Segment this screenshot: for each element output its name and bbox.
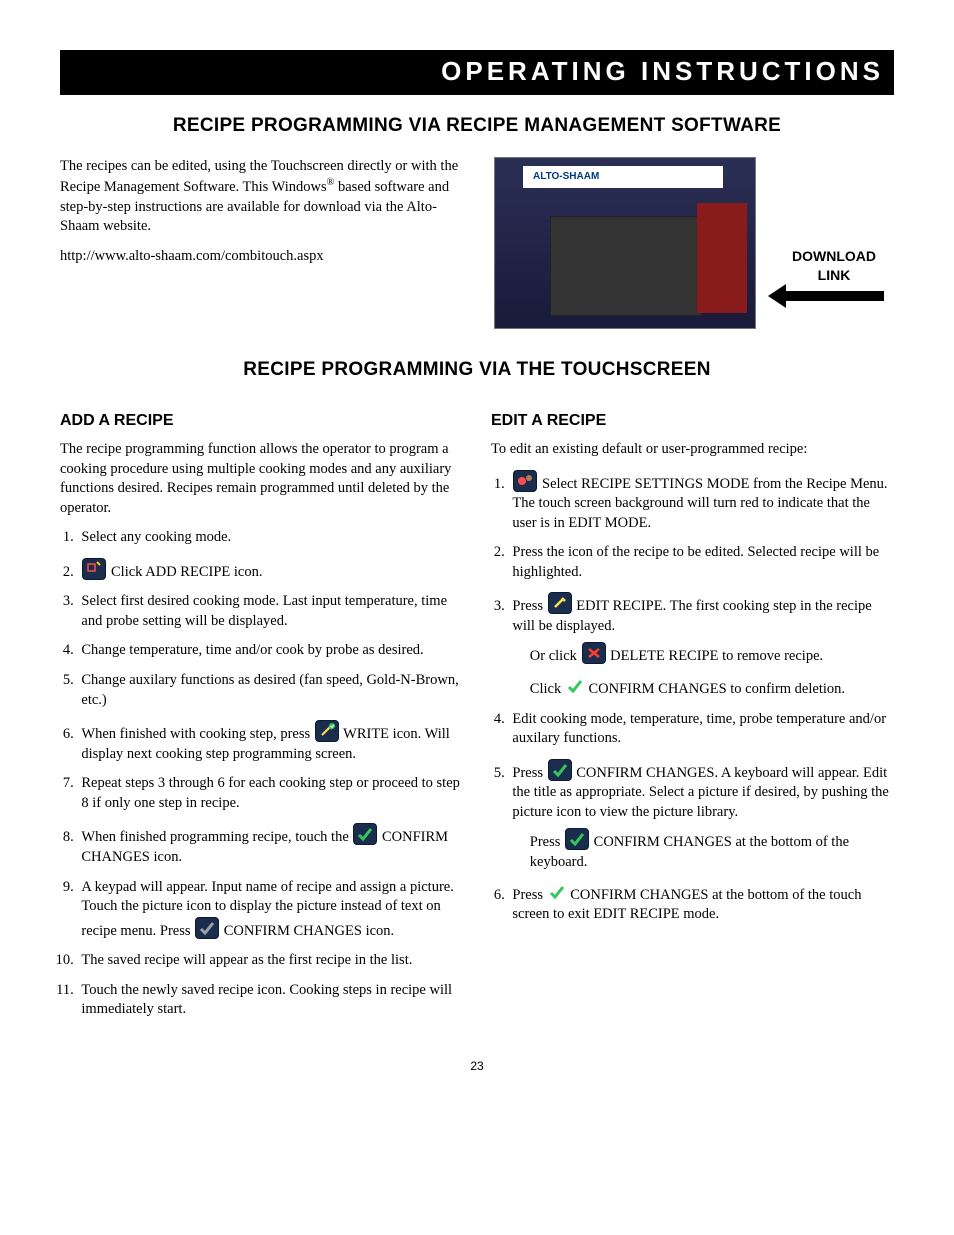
page-banner: OPERATING INSTRUCTIONS	[60, 50, 894, 95]
confirm-changes-icon	[353, 823, 377, 845]
website-screenshot: ALTO-SHAAM	[494, 157, 756, 329]
add-recipe-heading: ADD A RECIPE	[60, 410, 463, 432]
edit-step-2: Press the icon of the recipe to be edite…	[508, 543, 894, 582]
edit-step-5-press: Press CONFIRM CHANGES at the bottom of t…	[512, 828, 894, 872]
add-step-4: Change temperature, time and/or cook by …	[77, 641, 463, 661]
heading-touchscreen: RECIPE PROGRAMMING VIA THE TOUCHSCREEN	[60, 357, 894, 383]
add-step-7: Repeat steps 3 through 6 for each cookin…	[77, 774, 463, 813]
write-icon	[315, 720, 339, 742]
edit-step-5: Press CONFIRM CHANGES. A keyboard will a…	[508, 759, 894, 873]
add-step-8: When finished programming recipe, touch …	[77, 823, 463, 867]
edit-step-4: Edit cooking mode, temperature, time, pr…	[508, 710, 894, 749]
edit-step-3: Press EDIT RECIPE. The first cooking ste…	[508, 592, 894, 699]
add-steps: Select any cooking mode. Click ADD RECIP…	[60, 528, 463, 1020]
add-step-11: Touch the newly saved recipe icon. Cooki…	[77, 981, 463, 1020]
add-recipe-column: ADD A RECIPE The recipe programming func…	[60, 400, 463, 1030]
add-step-3: Select first desired cooking mode. Last …	[77, 592, 463, 631]
edit-intro: To edit an existing default or user-prog…	[491, 440, 894, 460]
add-intro: The recipe programming function allows t…	[60, 440, 463, 518]
recipe-settings-icon	[513, 470, 537, 492]
alto-shaam-logo: ALTO-SHAAM	[533, 170, 599, 184]
intro-row: The recipes can be edited, using the Tou…	[60, 157, 894, 329]
page-number: 23	[60, 1058, 894, 1074]
edit-step-6: Press CONFIRM CHANGES at the bottom of t…	[508, 883, 894, 925]
confirm-changes-icon	[195, 917, 219, 939]
add-step-10: The saved recipe will appear as the firs…	[77, 951, 463, 971]
add-step-9: A keypad will appear. Input name of reci…	[77, 878, 463, 942]
confirm-changes-icon	[566, 677, 584, 695]
add-step-2: Click ADD RECIPE icon.	[77, 558, 463, 583]
intro-paragraph: The recipes can be edited, using the Tou…	[60, 157, 476, 237]
heading-software: RECIPE PROGRAMMING VIA RECIPE MANAGEMENT…	[60, 113, 894, 139]
add-recipe-icon	[82, 558, 106, 580]
edit-steps: Select RECIPE SETTINGS MODE from the Rec…	[491, 470, 894, 925]
download-url: http://www.alto-shaam.com/combitouch.asp…	[60, 247, 476, 267]
edit-step-3-confirm: Click CONFIRM CHANGES to confirm deletio…	[512, 677, 894, 700]
confirm-changes-icon	[548, 883, 566, 901]
confirm-changes-icon	[548, 759, 572, 781]
edit-recipe-icon	[548, 592, 572, 614]
edit-step-3-or: Or click DELETE RECIPE to remove recipe.	[512, 642, 894, 667]
intro-text: The recipes can be edited, using the Tou…	[60, 157, 476, 277]
edit-step-1: Select RECIPE SETTINGS MODE from the Rec…	[508, 470, 894, 534]
add-step-6: When finished with cooking step, press W…	[77, 720, 463, 764]
download-link-callout: DOWNLOAD LINK	[774, 157, 894, 301]
arrow-left-icon	[784, 291, 884, 301]
add-step-1: Select any cooking mode.	[77, 528, 463, 548]
edit-recipe-column: EDIT A RECIPE To edit an existing defaul…	[491, 400, 894, 1030]
add-step-5: Change auxilary functions as desired (fa…	[77, 671, 463, 710]
edit-recipe-heading: EDIT A RECIPE	[491, 410, 894, 432]
confirm-changes-icon	[565, 828, 589, 850]
delete-recipe-icon	[582, 642, 606, 664]
